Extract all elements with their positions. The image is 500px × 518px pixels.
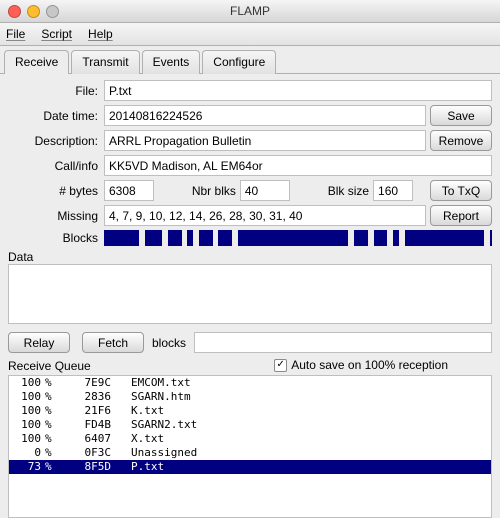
queue-row[interactable]: 100% 21F6 K.txt	[9, 404, 491, 418]
queue-row[interactable]: 100% 7E9C EMCOM.txt	[9, 376, 491, 390]
blksize-field[interactable]	[373, 180, 413, 201]
blocks-label: Blocks	[8, 231, 100, 245]
queue-name: X.txt	[115, 432, 487, 446]
report-button[interactable]: Report	[430, 205, 492, 226]
queue-id: FD4B	[59, 418, 111, 432]
tab-receive[interactable]: Receive	[4, 50, 69, 74]
blocks-input[interactable]	[194, 332, 492, 353]
check-icon: ✓	[274, 359, 287, 372]
description-field[interactable]	[104, 130, 426, 151]
remove-button[interactable]: Remove	[430, 130, 492, 151]
queue-name: SGARN.htm	[115, 390, 487, 404]
nbrblks-field[interactable]	[240, 180, 290, 201]
menu-script[interactable]: Script	[41, 27, 72, 41]
queue-unit: %	[45, 390, 55, 404]
blocks-small-label: blocks	[152, 336, 186, 350]
queue-id: 6407	[59, 432, 111, 446]
blksize-label: Blk size	[328, 184, 369, 198]
receive-panel: File: Date time: Save Description: Remov…	[0, 74, 500, 518]
zoom-icon[interactable]	[46, 5, 59, 18]
queue-row[interactable]: 100% 6407 X.txt	[9, 432, 491, 446]
data-textarea[interactable]	[8, 264, 492, 324]
relay-button[interactable]: Relay	[8, 332, 70, 353]
to-txq-button[interactable]: To TxQ	[430, 180, 492, 201]
menu-help[interactable]: Help	[88, 27, 113, 41]
queue-name: Unassigned	[115, 446, 487, 460]
menubar: File Script Help	[0, 23, 500, 46]
queue-pct: 0	[13, 446, 41, 460]
queue-row[interactable]: 100% FD4B SGARN2.txt	[9, 418, 491, 432]
queue-id: 8F5D	[59, 460, 111, 474]
queue-id: 0F3C	[59, 446, 111, 460]
titlebar: FLAMP	[0, 0, 500, 23]
save-button[interactable]: Save	[430, 105, 492, 126]
queue-id: 7E9C	[59, 376, 111, 390]
queue-unit: %	[45, 460, 55, 474]
datetime-field[interactable]	[104, 105, 426, 126]
receive-queue[interactable]: 100% 7E9C EMCOM.txt 100% 2836 SGARN.htm 100% 21…	[8, 375, 492, 518]
nbytes-label: # bytes	[8, 184, 100, 198]
receive-queue-label: Receive Queue	[8, 359, 270, 373]
queue-pct: 100	[13, 376, 41, 390]
queue-pct: 100	[13, 432, 41, 446]
menu-file[interactable]: File	[6, 27, 25, 41]
nbytes-field[interactable]	[104, 180, 154, 201]
nbrblks-label: Nbr blks	[192, 184, 236, 198]
queue-row[interactable]: 0% 0F3C Unassigned	[9, 446, 491, 460]
file-label: File:	[8, 84, 100, 98]
queue-row[interactable]: 73% 8F5D P.txt	[9, 460, 491, 474]
queue-unit: %	[45, 404, 55, 418]
queue-id: 2836	[59, 390, 111, 404]
queue-pct: 100	[13, 404, 41, 418]
tab-transmit[interactable]: Transmit	[71, 50, 139, 74]
queue-id: 21F6	[59, 404, 111, 418]
queue-pct: 73	[13, 460, 41, 474]
description-label: Description:	[8, 134, 100, 148]
app-window: FLAMP File Script Help Receive Transmit …	[0, 0, 500, 518]
tab-bar: Receive Transmit Events Configure	[0, 46, 500, 74]
queue-pct: 100	[13, 418, 41, 432]
window-controls	[0, 5, 59, 18]
queue-unit: %	[45, 446, 55, 460]
queue-name: SGARN2.txt	[115, 418, 487, 432]
queue-name: P.txt	[115, 460, 487, 474]
queue-unit: %	[45, 418, 55, 432]
close-icon[interactable]	[8, 5, 21, 18]
queue-name: K.txt	[115, 404, 487, 418]
queue-row[interactable]: 100% 2836 SGARN.htm	[9, 390, 491, 404]
tab-configure[interactable]: Configure	[202, 50, 276, 74]
data-label: Data	[8, 250, 492, 264]
missing-field[interactable]	[104, 205, 426, 226]
queue-unit: %	[45, 432, 55, 446]
queue-unit: %	[45, 376, 55, 390]
minimize-icon[interactable]	[27, 5, 40, 18]
autosave-label: Auto save on 100% reception	[291, 358, 448, 372]
tab-events[interactable]: Events	[142, 50, 201, 74]
file-field[interactable]	[104, 80, 492, 101]
blocks-progress	[104, 230, 492, 246]
datetime-label: Date time:	[8, 109, 100, 123]
callinfo-label: Call/info	[8, 159, 100, 173]
missing-label: Missing	[8, 209, 100, 223]
queue-pct: 100	[13, 390, 41, 404]
queue-name: EMCOM.txt	[115, 376, 487, 390]
callinfo-field[interactable]	[104, 155, 492, 176]
autosave-checkbox[interactable]: ✓ Auto save on 100% reception	[274, 358, 448, 372]
fetch-button[interactable]: Fetch	[82, 332, 144, 353]
window-title: FLAMP	[0, 4, 500, 18]
